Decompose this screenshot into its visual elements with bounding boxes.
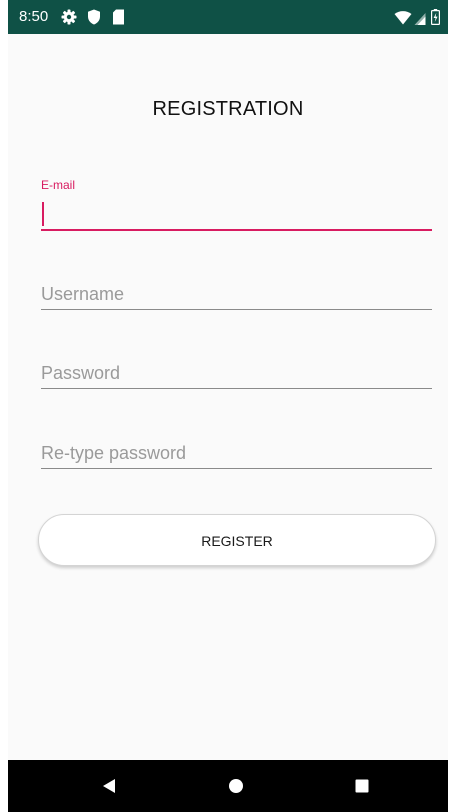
retype-password-field[interactable]	[41, 435, 432, 471]
status-bar: 8:50	[8, 0, 448, 34]
password-field[interactable]	[41, 355, 432, 391]
register-button[interactable]: REGISTER	[38, 514, 436, 566]
gear-icon	[61, 9, 77, 25]
email-field-label: E-mail	[41, 178, 76, 192]
shield-icon	[88, 9, 100, 25]
battery-icon	[431, 9, 440, 25]
email-field[interactable]: E-mail	[41, 178, 432, 234]
wifi-icon	[394, 11, 412, 25]
recents-button[interactable]	[332, 760, 392, 812]
username-field[interactable]	[41, 276, 432, 312]
recents-icon	[355, 779, 369, 793]
email-input[interactable]	[41, 198, 432, 228]
back-icon	[103, 779, 115, 793]
status-time: 8:50	[19, 8, 49, 25]
page-title: REGISTRATION	[152, 98, 304, 120]
username-input[interactable]	[41, 279, 432, 309]
retype-password-underline	[41, 468, 432, 469]
username-underline	[41, 309, 432, 310]
retype-password-input[interactable]	[41, 438, 432, 468]
sd-card-icon	[113, 9, 124, 25]
navigation-bar	[8, 760, 448, 812]
home-button[interactable]	[206, 760, 266, 812]
home-icon	[229, 779, 243, 793]
back-button[interactable]	[79, 760, 139, 812]
password-input[interactable]	[41, 358, 432, 388]
signal-icon	[414, 13, 426, 25]
password-underline	[41, 388, 432, 389]
app-screen: 8:50 REGISTRATION E-mail Username REGIST…	[8, 0, 448, 812]
email-underline	[41, 229, 432, 231]
